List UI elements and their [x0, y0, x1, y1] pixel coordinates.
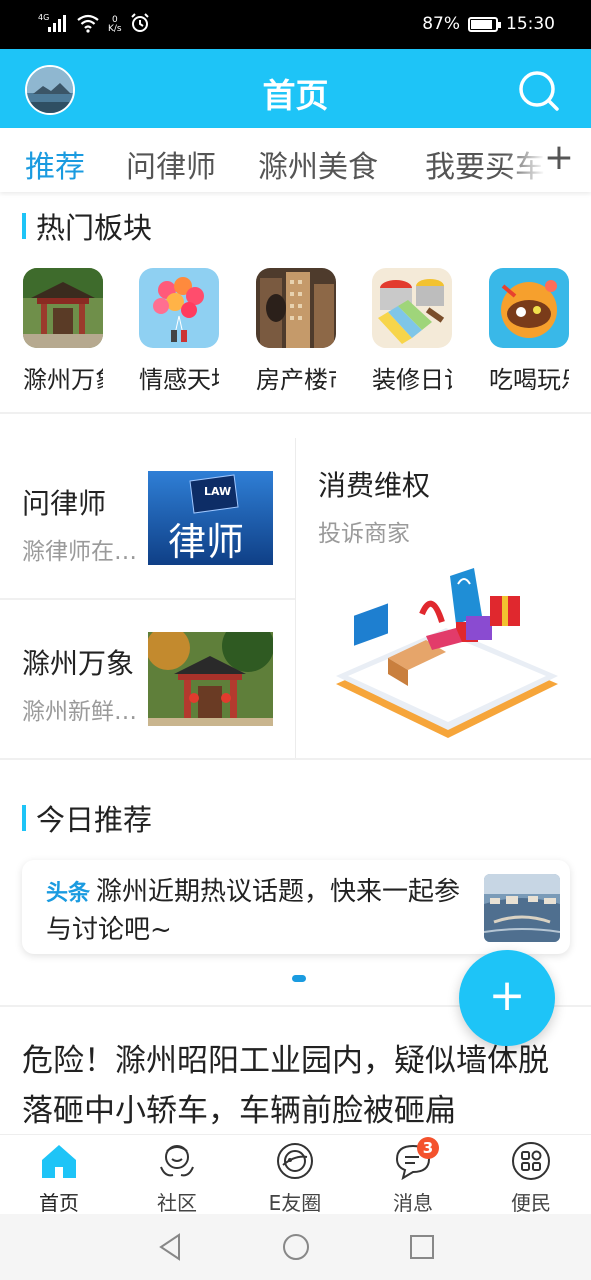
buildings-image: [256, 268, 336, 348]
board-label: 吃喝玩乐: [489, 366, 569, 393]
lawyer-card[interactable]: 问律师 滁律师在线… LAW 律师: [0, 438, 295, 598]
board-item[interactable]: 吃喝玩乐: [489, 268, 585, 393]
divider: [0, 758, 591, 760]
hot-boards-row: 滁州万象 情感天地: [0, 268, 591, 393]
battery-fill: [471, 19, 492, 29]
apps-icon: [511, 1141, 551, 1181]
nav-label: E友圈: [268, 1191, 322, 1215]
board-item[interactable]: 房产楼市: [256, 268, 352, 393]
svg-text:LAW: LAW: [204, 485, 231, 498]
page-title: 首页: [262, 76, 329, 115]
category-tabs: 推荐 问律师 滁州美食 我要买车 +: [0, 128, 591, 192]
board-item[interactable]: 情感天地: [139, 268, 235, 393]
board-label: 房产楼市: [256, 366, 336, 393]
consumer-rights-card[interactable]: 消费维权 投诉商家: [296, 438, 591, 758]
nav-label: 首页: [39, 1191, 79, 1215]
net-speed: 0 K/s: [108, 16, 122, 34]
svg-text:4G: 4G: [38, 13, 49, 22]
pavilion-image: [23, 268, 103, 348]
nav-messages[interactable]: 3 消息: [363, 1137, 463, 1216]
nav-community[interactable]: 社区: [127, 1141, 227, 1216]
paint-cans-image: [372, 268, 452, 348]
lawyer-title: 问律师: [22, 487, 107, 520]
nav-e-circle[interactable]: E友圈: [245, 1141, 345, 1216]
status-left: 4G 0 K/s: [38, 12, 150, 38]
shopping-phone-illustration: [326, 566, 566, 746]
wanxiang-image: [148, 632, 273, 726]
section-accent-bar: [22, 213, 26, 239]
hot-section-header: 热门板块: [22, 206, 152, 246]
svg-text:律师: 律师: [168, 520, 244, 564]
today-section-title: 今日推荐: [36, 803, 153, 837]
headline-text: 滁州近期热议话题，快来一起参与讨论吧~: [46, 877, 461, 945]
app-screen: 4G 0 K/s 87% 15:30 首页 推荐 问律师 滁州美食 我要买车 +…: [0, 0, 591, 1280]
balloons-image: [139, 268, 219, 348]
tab-fade: [505, 128, 545, 192]
clock: 15:30: [506, 14, 555, 34]
section-accent-bar: [22, 805, 26, 831]
nav-label: 社区: [157, 1191, 197, 1215]
wanxiang-title: 滁州万象: [22, 647, 135, 680]
battery-icon: [468, 16, 501, 32]
compose-fab[interactable]: +: [459, 950, 555, 1046]
alarm-icon: [130, 13, 150, 37]
headline-thumbnail: [484, 874, 560, 942]
message-icon: 3: [393, 1137, 439, 1181]
wanxiang-subtitle: 滁州新鲜事…: [22, 699, 140, 725]
status-right: 87% 15:30: [422, 14, 555, 34]
status-bar: 4G 0 K/s 87% 15:30: [0, 0, 591, 49]
planet-icon: [275, 1141, 315, 1181]
signal-icon: 4G: [38, 12, 68, 38]
today-headline-card[interactable]: 头条 滁州近期热议话题，快来一起参与讨论吧~: [22, 860, 570, 954]
wanxiang-card[interactable]: 滁州万象 滁州新鲜事…: [0, 600, 295, 760]
app-header: 首页: [0, 49, 591, 128]
nav-label: 消息: [393, 1191, 433, 1215]
search-button[interactable]: [517, 69, 561, 113]
wifi-icon: [76, 13, 100, 37]
recents-icon[interactable]: [407, 1232, 437, 1262]
nav-home[interactable]: 首页: [9, 1141, 109, 1216]
search-icon: [519, 71, 559, 111]
message-badge: 3: [417, 1137, 439, 1159]
divider: [0, 412, 591, 414]
lawyer-image: LAW 律师: [148, 471, 273, 565]
nav-services[interactable]: 便民: [481, 1141, 581, 1216]
battery-percent: 87%: [422, 14, 460, 34]
today-section-header: 今日推荐: [22, 798, 152, 838]
board-item[interactable]: 装修日记: [372, 268, 468, 393]
home-circle-icon[interactable]: [281, 1232, 311, 1262]
tab-scroll: 推荐 问律师 滁州美食 我要买车: [0, 128, 545, 192]
home-icon: [39, 1141, 79, 1181]
net-speed-unit: K/s: [108, 24, 122, 34]
tab-recommend[interactable]: 推荐: [25, 142, 85, 186]
consumer-subtitle: 投诉商家: [318, 521, 410, 547]
tab-chuzhou-food[interactable]: 滁州美食: [258, 142, 378, 186]
bottom-nav: 首页 社区 E友圈 3 消息 便民: [0, 1134, 591, 1216]
board-label: 情感天地: [139, 366, 219, 393]
nav-label: 便民: [511, 1191, 551, 1215]
consumer-title: 消费维权: [318, 469, 431, 502]
headline-tag: 头条: [46, 881, 91, 906]
today-headline-text: 头条 滁州近期热议话题，快来一起参与讨论吧~: [46, 874, 476, 949]
carousel-indicator: [292, 975, 306, 982]
board-label: 装修日记: [372, 366, 452, 393]
add-tab-button[interactable]: +: [541, 138, 577, 178]
food-image: [489, 268, 569, 348]
hot-section-title: 热门板块: [36, 211, 153, 245]
tab-ask-lawyer[interactable]: 问律师: [126, 142, 216, 186]
news-headline[interactable]: 危险！滁州昭阳工业园内，疑似墙体脱落砸中小轿车，车辆前脸被砸扁: [22, 1036, 567, 1136]
system-nav-bar: [0, 1214, 591, 1280]
board-label: 滁州万象: [23, 366, 103, 393]
lawyer-subtitle: 滁律师在线…: [22, 539, 140, 565]
community-icon: [157, 1141, 197, 1181]
back-icon[interactable]: [155, 1232, 185, 1262]
board-item[interactable]: 滁州万象: [23, 268, 119, 393]
